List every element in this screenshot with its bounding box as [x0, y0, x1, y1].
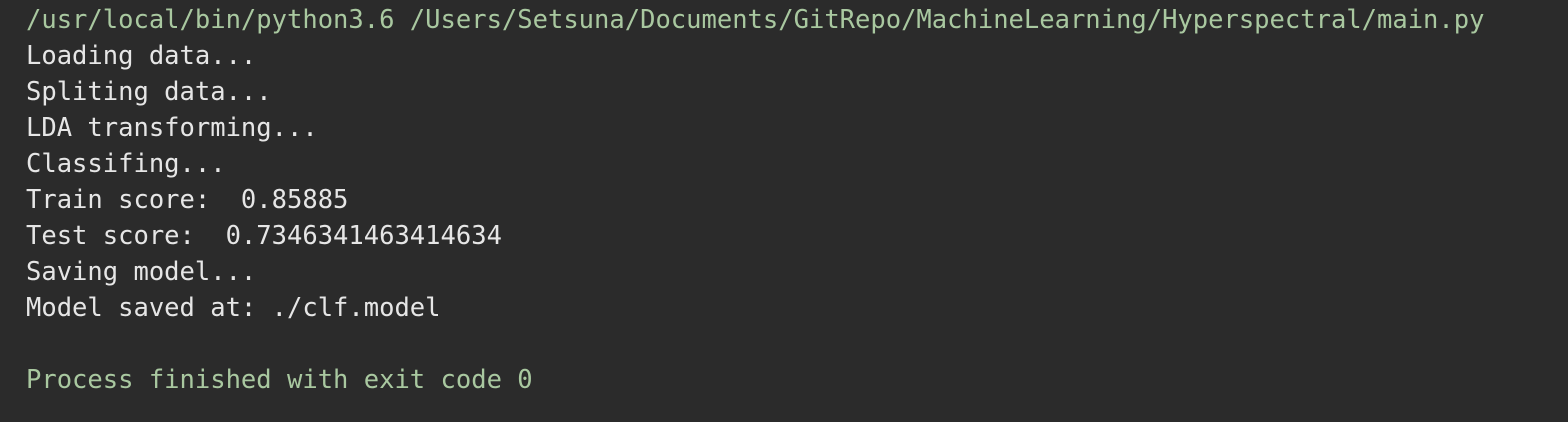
output-line-lda-transforming: LDA transforming... [26, 113, 318, 143]
output-line-model-saved: Model saved at: ./clf.model [26, 293, 441, 323]
output-line-test-score: Test score: 0.7346341463414634 [26, 221, 502, 251]
output-line-saving-model: Saving model... [26, 257, 257, 287]
command-line: /usr/local/bin/python3.6 /Users/Setsuna/… [26, 5, 1485, 35]
output-line-train-score: Train score: 0.85885 [26, 185, 349, 215]
output-line-classifying: Classifing... [26, 149, 226, 179]
output-line-loading-data: Loading data... [26, 41, 257, 71]
run-console-output[interactable]: /usr/local/bin/python3.6 /Users/Setsuna/… [0, 0, 1568, 422]
output-line-splitting-data: Spliting data... [26, 77, 272, 107]
exit-status-line: Process finished with exit code 0 [26, 365, 533, 395]
